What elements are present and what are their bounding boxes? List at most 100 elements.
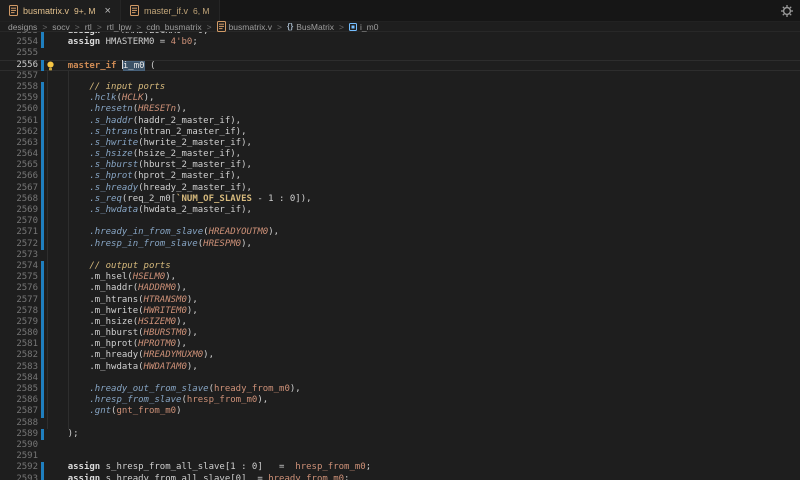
code-token: 4'b0 (171, 37, 193, 47)
code-line[interactable]: 2554 assign HMASTERM0 = 4'b0; (0, 37, 800, 48)
code-line[interactable]: 2555 (0, 48, 800, 59)
code-text: .hclk(HCLK), (46, 93, 154, 104)
breadcrumb-item-designs[interactable]: designs (8, 22, 37, 32)
code-line[interactable]: 2564 .s_hsize(hsize_2_master_if), (0, 149, 800, 160)
code-line[interactable]: 2587 .gnt(gnt_from_m0) (0, 406, 800, 417)
code-text: assign s_hready_from_all_slave[0] = hrea… (46, 474, 349, 480)
line-number: 2568 (0, 194, 38, 205)
code-line[interactable]: 2591 (0, 451, 800, 462)
code-token: ), (257, 395, 268, 405)
line-number: 2579 (0, 317, 38, 328)
code-token: assign (68, 462, 101, 472)
tab-busmatrix[interactable]: busmatrix.v 9+, M × (0, 0, 121, 21)
code-line[interactable]: 2583 .m_hwdata(HWDATAM0), (0, 362, 800, 373)
breadcrumb-item-rtl_lpw[interactable]: rtl_lpw (107, 22, 132, 32)
code-line[interactable]: 2588 (0, 418, 800, 429)
code-token (46, 104, 89, 114)
tab-master-if[interactable]: master_if.v 6, M (121, 0, 220, 21)
code-line[interactable]: 2559 .hclk(HCLK), (0, 93, 800, 104)
code-token: hready_from_m0 (268, 474, 344, 480)
code-line[interactable]: 2561 .s_haddr(haddr_2_master_if), (0, 116, 800, 127)
code-line[interactable]: 2558 // input ports (0, 82, 800, 93)
code-token: .s_req (89, 194, 122, 204)
code-token (46, 205, 89, 215)
code-line[interactable]: 2582 .m_hready(HREADYMUXM0), (0, 350, 800, 361)
code-line[interactable]: 2571 .hready_in_from_slave(HREADYOUTM0), (0, 227, 800, 238)
git-modified-indicator (41, 104, 44, 115)
code-text: .s_hwdata(hwdata_2_master_if), (46, 205, 252, 216)
code-token (46, 384, 89, 394)
code-line[interactable]: 2563 .s_hwrite(hwrite_2_master_if), (0, 138, 800, 149)
code-token: ) (176, 406, 181, 416)
breadcrumb-item-cdn_busmatrix[interactable]: cdn_busmatrix (146, 22, 201, 32)
code-line[interactable]: 2584 (0, 373, 800, 384)
code-line[interactable]: 2586 .hresp_from_slave(hresp_from_m0), (0, 395, 800, 406)
code-token: .hready_out_from_slave (89, 384, 208, 394)
breadcrumb-separator: > (136, 22, 141, 32)
code-line[interactable]: 2565 .s_hburst(hburst_2_master_if), (0, 160, 800, 171)
code-text: .s_hready(hready_2_master_if), (46, 183, 252, 194)
code-line[interactable]: 2574 // output ports (0, 261, 800, 272)
line-number: 2593 (0, 474, 38, 480)
code-line[interactable]: 2566 .s_hprot(hprot_2_master_if), (0, 171, 800, 182)
git-modified-indicator (41, 239, 44, 250)
code-line[interactable]: 2569 .s_hwdata(hwdata_2_master_if), (0, 205, 800, 216)
code-line[interactable]: 2577 .m_htrans(HTRANSM0), (0, 295, 800, 306)
code-line[interactable]: 2573 (0, 250, 800, 261)
code-line[interactable]: 2568 .s_req(req_2_m0[`NUM_OF_SLAVES - 1 … (0, 194, 800, 205)
code-line[interactable]: 2590 (0, 440, 800, 451)
code-text: .m_hsize(HSIZEM0), (46, 317, 187, 328)
breadcrumb-item-rtl[interactable]: rtl (85, 22, 92, 32)
code-token: .s_hready (89, 183, 138, 193)
code-text: .m_hwdata(HWDATAM0), (46, 362, 198, 373)
code-line[interactable]: 2589 ); (0, 429, 800, 440)
code-line[interactable]: 2578 .m_hwrite(HWRITEM0), (0, 306, 800, 317)
code-token (46, 239, 89, 249)
code-line[interactable]: 2556 master_if i_m0 ( (0, 60, 800, 71)
close-icon[interactable]: × (105, 6, 111, 16)
code-line[interactable]: 2585 .hready_out_from_slave(hready_from_… (0, 384, 800, 395)
tab-decoration: 6, M (193, 6, 210, 16)
breadcrumb-item-busmatrix.v[interactable]: busmatrix.v (217, 21, 272, 32)
code-line[interactable]: 2575 .m_hsel(HSELM0), (0, 272, 800, 283)
code-line[interactable]: 2567 .s_hready(hready_2_master_if), (0, 183, 800, 194)
gear-icon[interactable] (781, 5, 793, 17)
code-line[interactable]: 2580 .m_hburst(HBURSTM0), (0, 328, 800, 339)
git-modified-indicator (41, 183, 44, 194)
code-line[interactable]: 2560 .hresetn(HRESETn), (0, 104, 800, 115)
code-token: s_hresp_from_all_slave[1 : 0] = (100, 462, 295, 472)
git-modified-indicator (41, 328, 44, 339)
code-token (46, 32, 68, 36)
code-line[interactable]: 2592 assign s_hresp_from_all_slave[1 : 0… (0, 462, 800, 473)
code-line[interactable]: 2581 .m_hprot(HPROTM0), (0, 339, 800, 350)
git-modified-indicator (41, 171, 44, 182)
editor-pane[interactable]: 2553 assign HMASTLOCKM0 = 0;2554 assign … (0, 32, 800, 480)
code-line[interactable]: 2557 (0, 71, 800, 82)
code-text: .s_htrans(htran_2_master_if), (46, 127, 247, 138)
code-line[interactable]: 2579 .m_hsize(HSIZEM0), (0, 317, 800, 328)
line-number: 2571 (0, 227, 38, 238)
breadcrumb-item-busmatrix[interactable]: {}BusMatrix (287, 22, 334, 32)
code-token: .s_hsize (89, 149, 132, 159)
git-modified-indicator (41, 373, 44, 384)
code-token: .m_haddr( (46, 283, 138, 293)
code-token: HREADYOUTM0 (209, 227, 269, 237)
tab-label: busmatrix.v (23, 6, 69, 16)
code-line[interactable]: 2572 .hresp_in_from_slave(HRESPM0), (0, 239, 800, 250)
git-modified-indicator (41, 395, 44, 406)
git-modified-indicator (41, 37, 44, 48)
code-token: HCLK (122, 93, 144, 103)
code-line[interactable]: 2570 (0, 216, 800, 227)
breadcrumb-item-i_m0[interactable]: i_m0 (349, 22, 378, 32)
code-line[interactable]: 2576 .m_haddr(HADDRM0), (0, 283, 800, 294)
code-token: .m_hwdata( (46, 362, 144, 372)
code-token: ); (46, 429, 79, 439)
code-line[interactable]: 2562 .s_htrans(htran_2_master_if), (0, 127, 800, 138)
breadcrumb-item-socv[interactable]: socv (52, 22, 69, 32)
line-number: 2560 (0, 104, 38, 115)
breadcrumb-separator: > (277, 22, 282, 32)
git-modified-indicator (41, 227, 44, 238)
line-number: 2567 (0, 183, 38, 194)
code-token: ), (176, 317, 187, 327)
code-line[interactable]: 2593 assign s_hready_from_all_slave[0] =… (0, 474, 800, 480)
